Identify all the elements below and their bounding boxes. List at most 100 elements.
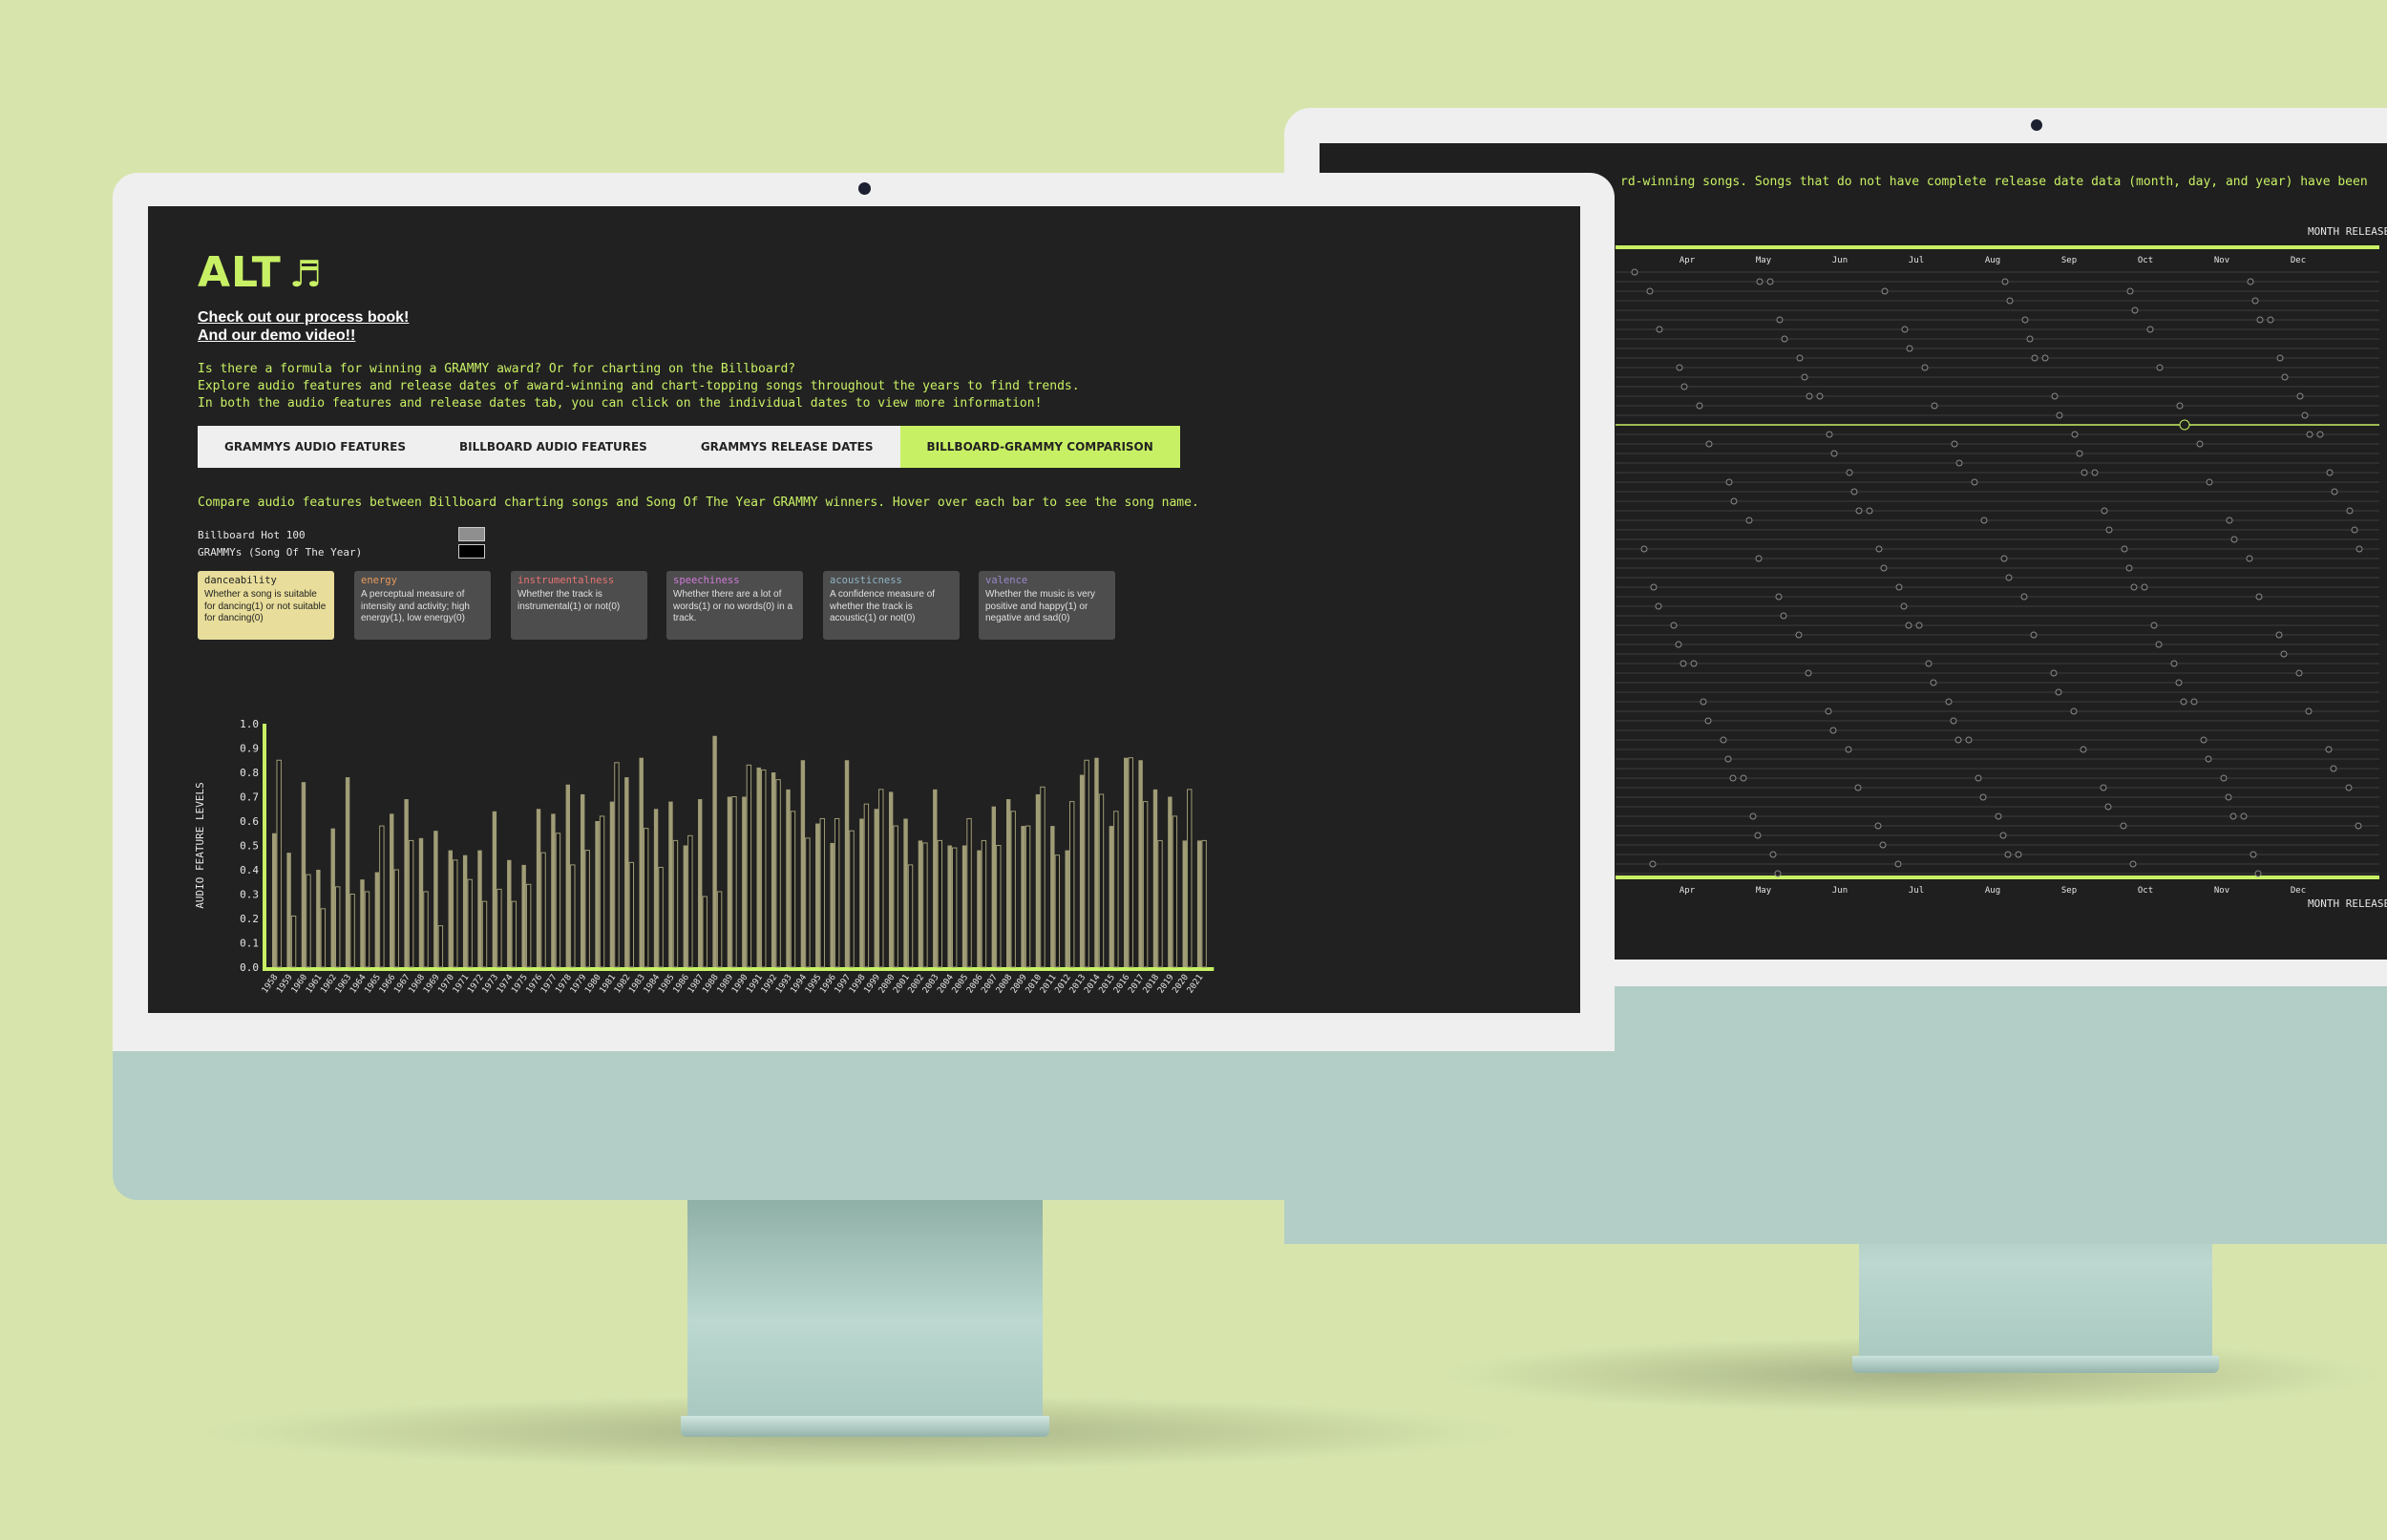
release-date-dot [1816, 392, 1824, 400]
release-date-dot [2346, 507, 2354, 515]
release-date-dot [2296, 392, 2304, 400]
release-date-dot [1679, 660, 1687, 667]
bar-billboard [698, 799, 703, 967]
tab-billboard-grammy-comparison[interactable]: BILLBOARD-GRAMMY COMPARISON [899, 426, 1180, 468]
release-date-dot [1901, 326, 1909, 333]
release-date-dot [2020, 593, 2028, 601]
month-tick-bottom: Sep [2061, 886, 2077, 896]
release-date-dot [2021, 316, 2029, 324]
feature-description: Whether there are a lot of words(1) or n… [673, 589, 793, 623]
bar-grammys [819, 817, 825, 968]
bar-grammys [863, 803, 870, 968]
release-date-dot [1754, 832, 1762, 839]
bar-grammys [878, 789, 884, 968]
alt-logo[interactable]: ALT ♬ [198, 248, 323, 297]
bar-grammys [687, 834, 693, 968]
release-date-dot [1646, 287, 1654, 295]
bar-grammys [834, 817, 840, 968]
bar-grammys [290, 915, 297, 968]
release-date-dot [2175, 679, 2183, 686]
release-date-dot [1874, 822, 1882, 830]
feature-card-instrumentalness[interactable]: instrumentalness Whether the track is in… [511, 571, 647, 640]
release-date-dot [2281, 373, 2289, 381]
feature-card-speechiness[interactable]: speechiness Whether there are a lot of w… [666, 571, 803, 640]
release-dates-description: rd-winning songs. Songs that do not have… [1620, 175, 2368, 189]
bar-grammys [996, 845, 1002, 968]
bar-billboard [815, 823, 820, 967]
release-date-dot [1796, 354, 1804, 362]
release-date-dot [2275, 631, 2283, 639]
process-book-link[interactable]: Check out our process book! [198, 309, 409, 327]
release-date-dot [1680, 383, 1688, 390]
bar-billboard [1152, 789, 1158, 967]
release-date-dot [1955, 459, 1963, 467]
feature-title: danceability [204, 575, 277, 586]
bar-billboard [374, 872, 380, 967]
release-date-dot [2205, 755, 2212, 763]
logo-text: ALT [198, 248, 282, 297]
release-date-dot [1740, 774, 1747, 782]
release-date-dot [1690, 660, 1698, 667]
legend-label-billboard: Billboard Hot 100 [198, 529, 306, 541]
release-date-dot [1806, 392, 1813, 400]
bar-grammys [1040, 786, 1046, 968]
bar-billboard [360, 879, 365, 967]
release-date-dot [2120, 822, 2127, 830]
release-date-dot [2121, 545, 2128, 553]
release-date-dot [2031, 354, 2038, 362]
release-date-dot [2220, 774, 2228, 782]
bar-grammys [1113, 811, 1119, 968]
release-date-dot [2156, 364, 2164, 371]
bar-grammys [335, 886, 341, 968]
bar-grammys [849, 830, 855, 968]
bar-billboard [903, 818, 908, 967]
y-tick-label: 0.1 [240, 938, 259, 950]
legend-swatch-billboard [458, 527, 485, 541]
demo-video-link[interactable]: And our demo video!! [198, 327, 355, 345]
feature-card-acousticness[interactable]: acousticness A confidence measure of whe… [823, 571, 960, 640]
bar-grammys [644, 828, 649, 968]
bar-billboard [536, 809, 541, 967]
bar-billboard [991, 806, 997, 967]
bar-billboard [742, 796, 747, 967]
release-date-dot [1979, 793, 1987, 801]
month-tick-bottom: Aug [1985, 886, 2000, 896]
release-date-dot [2030, 631, 2038, 639]
tab-grammys-release-dates[interactable]: GRAMMYS RELEASE DATES [674, 426, 900, 468]
bar-billboard [639, 757, 644, 967]
bar-grammys [408, 839, 414, 968]
release-date-dot [1850, 488, 1858, 496]
release-date-dot [1830, 450, 1838, 457]
bar-grammys [761, 769, 767, 968]
bar-grammys [702, 896, 708, 968]
release-date-dot [2026, 335, 2034, 343]
bar-grammys [540, 852, 546, 968]
feature-card-valence[interactable]: valence Whether the music is very positi… [979, 571, 1115, 640]
y-tick-label: 1.0 [240, 718, 259, 730]
feature-card-danceability[interactable]: danceability Whether a song is suitable … [198, 571, 334, 640]
bar-billboard [874, 809, 878, 967]
bar-billboard [462, 854, 468, 967]
bar-billboard [551, 813, 556, 967]
feature-title: instrumentalness [518, 575, 615, 586]
release-date-dot [1655, 602, 1662, 610]
bar-grammys [1128, 757, 1133, 968]
release-date-dot [1995, 812, 2002, 820]
bar-billboard [316, 870, 321, 967]
bar-billboard [830, 842, 834, 967]
release-date-dot [2001, 278, 2009, 285]
bar-billboard [977, 850, 982, 967]
release-date-dot [2101, 507, 2108, 515]
front-monitor-stand [687, 1200, 1043, 1420]
feature-card-energy[interactable]: energy A perceptual measure of intensity… [354, 571, 491, 640]
tab-billboard-audio-features[interactable]: BILLBOARD AUDIO FEATURES [433, 426, 674, 468]
bar-billboard [1079, 774, 1085, 967]
release-date-dot [1705, 440, 1713, 448]
release-date-dot [2295, 669, 2303, 677]
tab-grammys-audio-features[interactable]: GRAMMYS AUDIO FEATURES [198, 426, 433, 468]
bar-grammys [1010, 811, 1016, 968]
release-date-dot [2055, 688, 2062, 696]
y-tick-label: 0.2 [240, 913, 259, 925]
bar-billboard [1168, 796, 1172, 967]
front-monitor-screen: ALT ♬ Check out our process book! And our… [148, 206, 1580, 1013]
